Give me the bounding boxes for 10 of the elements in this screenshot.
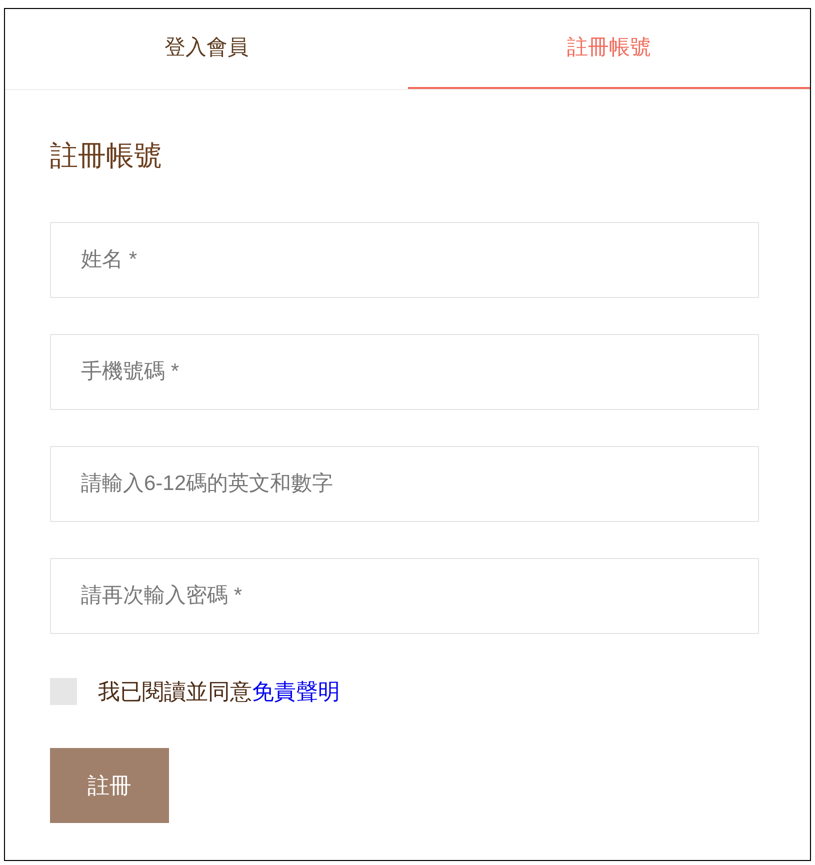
register-button[interactable]: 註冊	[50, 748, 169, 823]
checkbox[interactable]	[50, 678, 77, 705]
input-field[interactable]: 手機號碼 *	[50, 334, 759, 410]
form-heading: 註冊帳號	[50, 139, 162, 173]
tab[interactable]: 登入會員	[5, 9, 408, 89]
disclaimer-link[interactable]: 免責聲明	[252, 679, 340, 704]
input-field[interactable]: 姓名 *	[50, 222, 759, 298]
input-field[interactable]: 請再次輸入密碼 *	[50, 558, 759, 634]
agreement-text: 我已閱讀並同意免責聲明	[98, 678, 340, 706]
input-field[interactable]: 請輸入6-12碼的英文和數字	[50, 446, 759, 522]
